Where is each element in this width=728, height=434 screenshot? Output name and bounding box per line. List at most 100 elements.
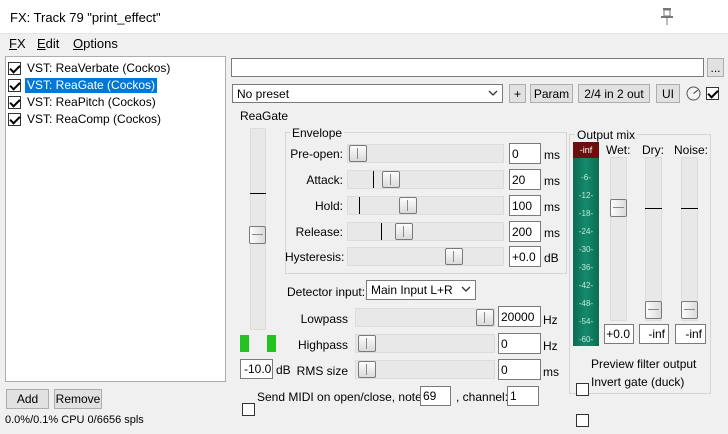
rms-size-track[interactable] [355, 360, 495, 379]
noise-track[interactable] [681, 157, 698, 321]
noise-label: Noise: [674, 143, 709, 157]
browse-button[interactable]: ... [707, 58, 724, 77]
highpass-track[interactable] [355, 334, 495, 353]
menu-options[interactable]: Options [73, 36, 118, 51]
meter-tick: -30- [578, 245, 594, 254]
fx-item-label: VST: ReaComp (Cockos) [27, 111, 162, 126]
rms-size-unit: ms [543, 365, 559, 379]
wet-value[interactable]: +0.0 [604, 324, 634, 344]
fx-name-field[interactable] [231, 58, 704, 77]
attack-track[interactable] [347, 170, 504, 189]
detector-input-label: Detector input: [287, 285, 366, 299]
threshold-value-field[interactable]: -10.0 [240, 359, 273, 379]
cpu-status: 0.0%/0.1% CPU 0/6656 spls [5, 414, 144, 426]
menu-fx[interactable]: FX [9, 36, 26, 51]
detector-input-select[interactable]: Main Input L+R [366, 280, 476, 300]
add-fx-button[interactable]: Add [6, 389, 49, 409]
detector-input-value: Main Input L+R [371, 283, 453, 297]
rms-size-slider[interactable] [358, 361, 376, 378]
preview-filter-checkbox[interactable] [576, 383, 589, 396]
pin-icon[interactable] [658, 7, 676, 27]
remove-fx-button[interactable]: Remove [54, 389, 102, 409]
hold-marker [359, 197, 360, 214]
fx-enable-checkbox[interactable] [8, 112, 21, 126]
window-title: FX: Track 79 "print_effect" [10, 10, 161, 25]
hysteresis-value[interactable]: +0.0 [509, 246, 541, 267]
pre-open-value[interactable]: 0 [509, 143, 541, 164]
highpass-value[interactable]: 0 [498, 333, 541, 354]
fx-chain-list[interactable]: VST: ReaVerbate (Cockos) VST: ReaGate (C… [5, 56, 226, 382]
hysteresis-label: Hysteresis: [285, 250, 345, 264]
meter-tick: -24- [578, 227, 594, 236]
lowpass-track[interactable] [355, 308, 495, 327]
hold-slider[interactable] [399, 197, 417, 214]
fx-item-reaverbate[interactable]: VST: ReaVerbate (Cockos) [8, 60, 172, 76]
fx-item-label: VST: ReaPitch (Cockos) [27, 94, 156, 109]
midi-channel-field[interactable]: 1 [507, 386, 539, 406]
highpass-label: Highpass [297, 338, 348, 352]
wet-slider[interactable] [610, 199, 627, 217]
envelope-label: Envelope [290, 126, 345, 140]
fx-enabled-checkbox[interactable] [706, 87, 719, 100]
preset-value: No preset [237, 86, 290, 101]
fx-item-reacomp[interactable]: VST: ReaComp (Cockos) [8, 111, 163, 127]
fx-item-reapitch[interactable]: VST: ReaPitch (Cockos) [8, 94, 158, 110]
pre-open-track[interactable] [347, 144, 504, 163]
hold-value[interactable]: 100 [509, 195, 541, 216]
release-marker [381, 223, 382, 240]
menu-edit[interactable]: Edit [37, 36, 59, 51]
hold-track[interactable] [347, 196, 504, 215]
lowpass-label: Lowpass [300, 312, 348, 326]
lowpass-slider[interactable] [476, 309, 494, 326]
hysteresis-slider[interactable] [445, 248, 463, 265]
param-button[interactable]: Param [530, 84, 573, 103]
pre-open-unit: ms [544, 148, 560, 162]
fx-enable-checkbox[interactable] [8, 78, 21, 92]
noise-value[interactable]: -inf [675, 324, 706, 344]
preset-select[interactable]: No preset [232, 84, 503, 103]
release-value[interactable]: 200 [509, 221, 541, 242]
dry-track[interactable] [645, 157, 662, 321]
meter-tick: -12- [578, 191, 594, 200]
output-meter: -inf -6- -12- -18- -24- -30- -36- -42- -… [573, 142, 599, 346]
send-midi-checkbox[interactable] [242, 403, 255, 416]
hysteresis-track[interactable] [347, 247, 504, 266]
noise-slider[interactable] [681, 301, 698, 319]
ui-toggle-button[interactable]: UI [656, 84, 680, 103]
meter-tick: -18- [578, 209, 594, 218]
fx-item-reagate[interactable]: VST: ReaGate (Cockos) [8, 76, 159, 94]
send-midi-label: Send MIDI on open/close, note: [257, 390, 426, 404]
fx-enable-checkbox[interactable] [8, 95, 21, 109]
release-track[interactable] [347, 222, 504, 241]
rms-size-value[interactable]: 0 [498, 359, 541, 380]
attack-marker [373, 171, 374, 188]
meter-tick: -42- [578, 281, 594, 290]
fx-item-label: VST: ReaVerbate (Cockos) [27, 60, 171, 75]
wet-track[interactable] [610, 157, 627, 321]
io-routing-button[interactable]: 2/4 in 2 out [578, 84, 650, 103]
pre-open-slider[interactable] [349, 145, 367, 162]
hold-unit: ms [544, 200, 560, 214]
noise-unity-marker [681, 208, 698, 209]
plugin-name: ReaGate [240, 109, 289, 123]
wet-knob-icon[interactable] [686, 86, 701, 101]
midi-note-field[interactable]: 69 [420, 386, 451, 406]
rms-size-label: RMS size [296, 364, 348, 378]
threshold-meter-right [267, 335, 276, 352]
dry-value[interactable]: -inf [639, 324, 669, 344]
threshold-slider[interactable] [249, 226, 266, 244]
fx-enable-checkbox[interactable] [8, 61, 21, 75]
threshold-level-marker [250, 193, 266, 194]
dry-slider[interactable] [645, 301, 662, 319]
lowpass-value[interactable]: 20000 [498, 306, 541, 327]
highpass-slider[interactable] [358, 335, 376, 352]
dry-unity-marker [645, 208, 662, 209]
invert-gate-checkbox[interactable] [576, 414, 589, 427]
add-preset-button[interactable]: + [509, 84, 526, 103]
meter-peak-value: -inf [573, 142, 599, 158]
release-slider[interactable] [395, 223, 413, 240]
pre-open-label: Pre-open: [290, 147, 343, 161]
attack-value[interactable]: 20 [509, 169, 541, 190]
meter-tick: -36- [578, 263, 594, 272]
attack-slider[interactable] [382, 171, 400, 188]
